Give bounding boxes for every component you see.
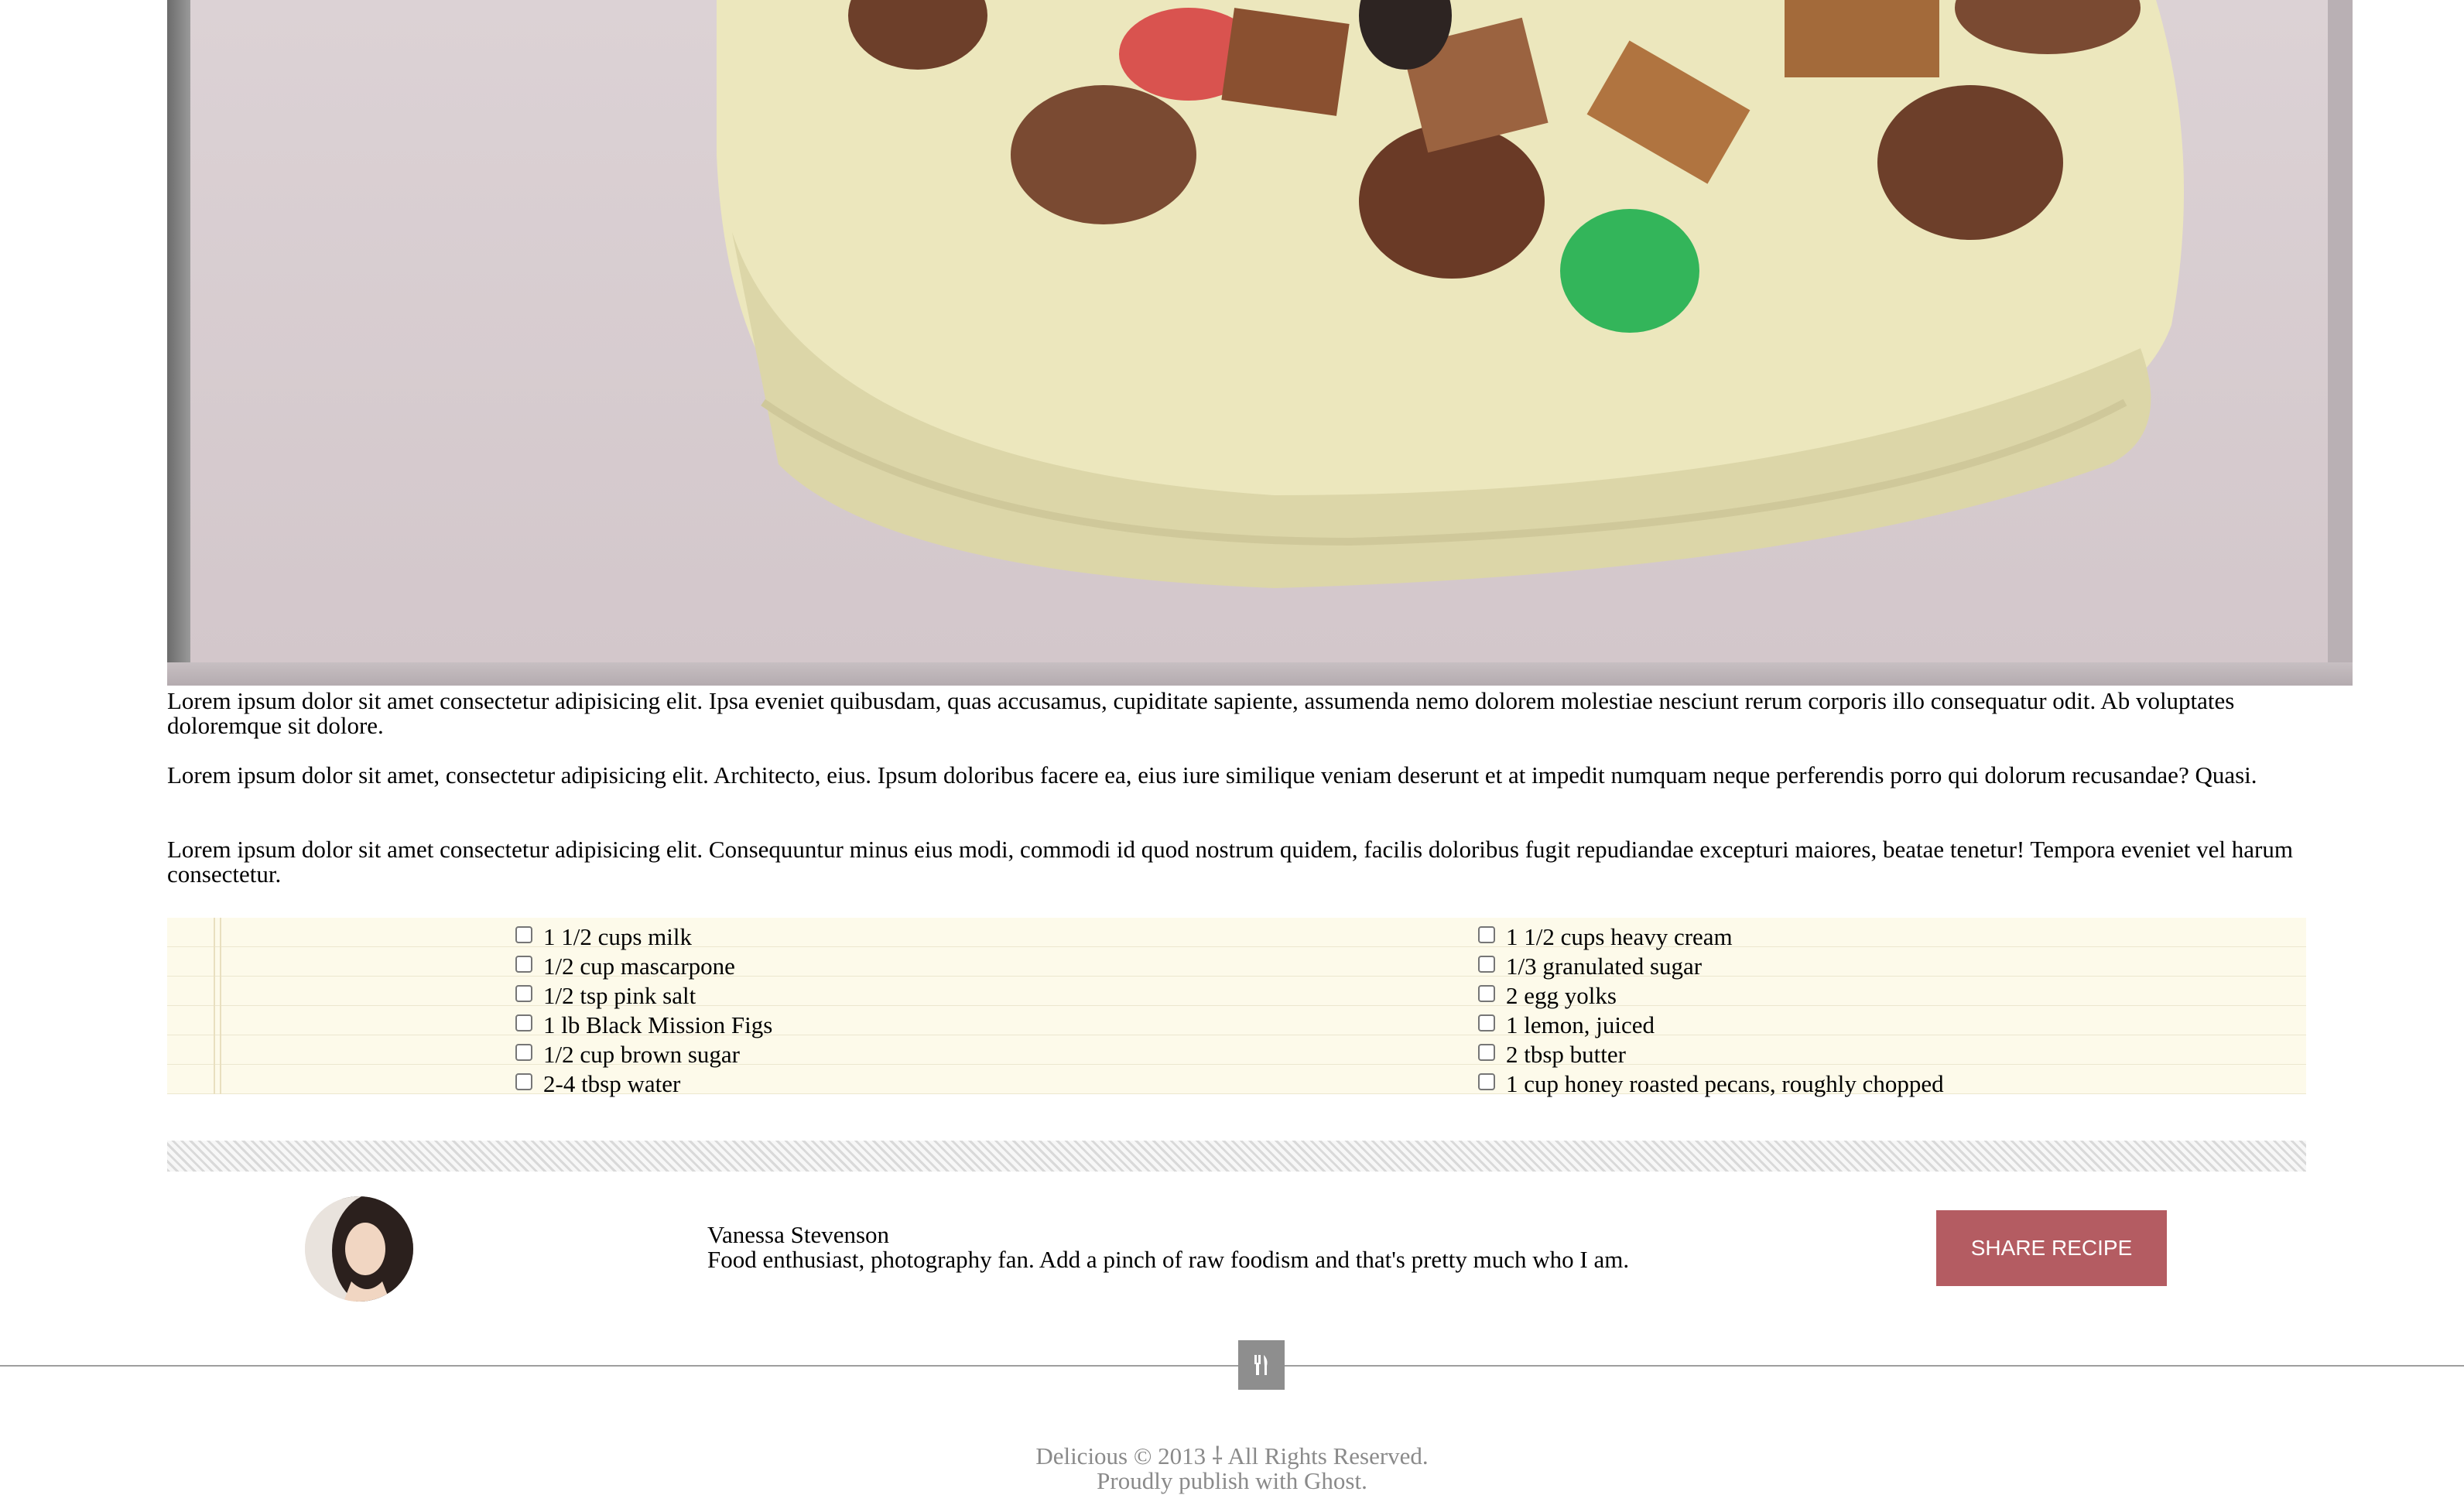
- footer-divider: [0, 1365, 2464, 1367]
- ingredient-item[interactable]: 1 cup honey roasted pecans, roughly chop…: [1478, 1069, 1944, 1099]
- author-avatar: [305, 1196, 413, 1302]
- ingredient-item[interactable]: 1 1/2 cups milk: [515, 922, 772, 952]
- ingredients-list: 1 1/2 cups milk 1/2 cup mascarpone 1/2 t…: [167, 918, 2306, 1097]
- ingredient-item[interactable]: 2 tbsp butter: [1478, 1040, 1944, 1069]
- ingredient-checkbox[interactable]: [1478, 1073, 1495, 1090]
- ingredient-item[interactable]: 1/2 tsp pink salt: [515, 981, 772, 1011]
- ingredients-column-left: 1 1/2 cups milk 1/2 cup mascarpone 1/2 t…: [515, 922, 772, 1099]
- ingredient-item[interactable]: 1/2 cup brown sugar: [515, 1040, 772, 1069]
- ingredient-label: 1/3 granulated sugar: [1506, 953, 1703, 980]
- author-name: Vanessa Stevenson: [707, 1221, 890, 1248]
- ingredient-label: 2-4 tbsp water: [543, 1070, 681, 1097]
- ingredient-checkbox[interactable]: [515, 1014, 532, 1031]
- ingredient-checkbox[interactable]: [1478, 985, 1495, 1002]
- ingredients-column-right: 1 1/2 cups heavy cream 1/3 granulated su…: [1478, 922, 1944, 1099]
- ingredient-checkbox[interactable]: [1478, 1044, 1495, 1061]
- hero-image-frame: [167, 0, 2353, 686]
- ingredient-item[interactable]: 1/3 granulated sugar: [1478, 952, 1944, 981]
- cake-photo: [190, 0, 2328, 662]
- ingredient-item[interactable]: 2 egg yolks: [1478, 981, 1944, 1011]
- striped-divider: [167, 1141, 2306, 1172]
- ingredient-item[interactable]: 2-4 tbsp water: [515, 1069, 772, 1099]
- hero-frame-bevel-bottom: [167, 662, 2353, 686]
- body-paragraph-1: Lorem ipsum dolor sit amet consectetur a…: [167, 687, 2235, 739]
- hero-frame-bevel-left: [167, 0, 190, 686]
- ingredient-label: 1 cup honey roasted pecans, roughly chop…: [1506, 1070, 1944, 1097]
- ingredient-checkbox[interactable]: [515, 1073, 532, 1090]
- ingredient-checkbox[interactable]: [515, 985, 532, 1002]
- ingredient-label: 2 egg yolks: [1506, 982, 1617, 1009]
- ingredient-label: 1/2 tsp pink salt: [543, 982, 696, 1009]
- ingredient-checkbox[interactable]: [1478, 1014, 1495, 1031]
- ingredient-item[interactable]: 1/2 cup mascarpone: [515, 952, 772, 981]
- ingredient-item[interactable]: 1 lb Black Mission Figs: [515, 1011, 772, 1040]
- ingredient-label: 1 1/2 cups milk: [543, 923, 693, 950]
- ingredient-checkbox[interactable]: [515, 926, 532, 943]
- ingredient-label: 1 lb Black Mission Figs: [543, 1011, 773, 1038]
- footer-copyright: Delicious © 2013 ⸸ All Rights Reserved.: [1035, 1442, 1429, 1469]
- ingredient-label: 1 lemon, juiced: [1506, 1011, 1655, 1038]
- ingredient-label: 1/2 cup mascarpone: [543, 953, 735, 980]
- ingredient-item[interactable]: 1 lemon, juiced: [1478, 1011, 1944, 1040]
- body-paragraph-3: Lorem ipsum dolor sit amet consectetur a…: [167, 836, 2293, 888]
- ingredient-checkbox[interactable]: [515, 956, 532, 973]
- notepad-margin-line: [214, 918, 221, 1094]
- ingredient-checkbox[interactable]: [1478, 926, 1495, 943]
- share-recipe-button[interactable]: SHARE RECIPE: [1936, 1210, 2167, 1286]
- ingredient-item[interactable]: 1 1/2 cups heavy cream: [1478, 922, 1944, 952]
- ingredient-label: 2 tbsp butter: [1506, 1041, 1626, 1068]
- author-bio: Food enthusiast, photography fan. Add a …: [707, 1246, 1630, 1273]
- ingredient-checkbox[interactable]: [1478, 956, 1495, 973]
- ingredient-label: 1/2 cup brown sugar: [543, 1041, 740, 1068]
- ingredient-checkbox[interactable]: [515, 1044, 532, 1061]
- footer-publish-note: Proudly publish with Ghost.: [1097, 1467, 1367, 1494]
- ingredient-label: 1 1/2 cups heavy cream: [1506, 923, 1733, 950]
- body-paragraph-2: Lorem ipsum dolor sit amet, consectetur …: [167, 761, 2257, 789]
- fork-knife-icon: [1238, 1340, 1285, 1390]
